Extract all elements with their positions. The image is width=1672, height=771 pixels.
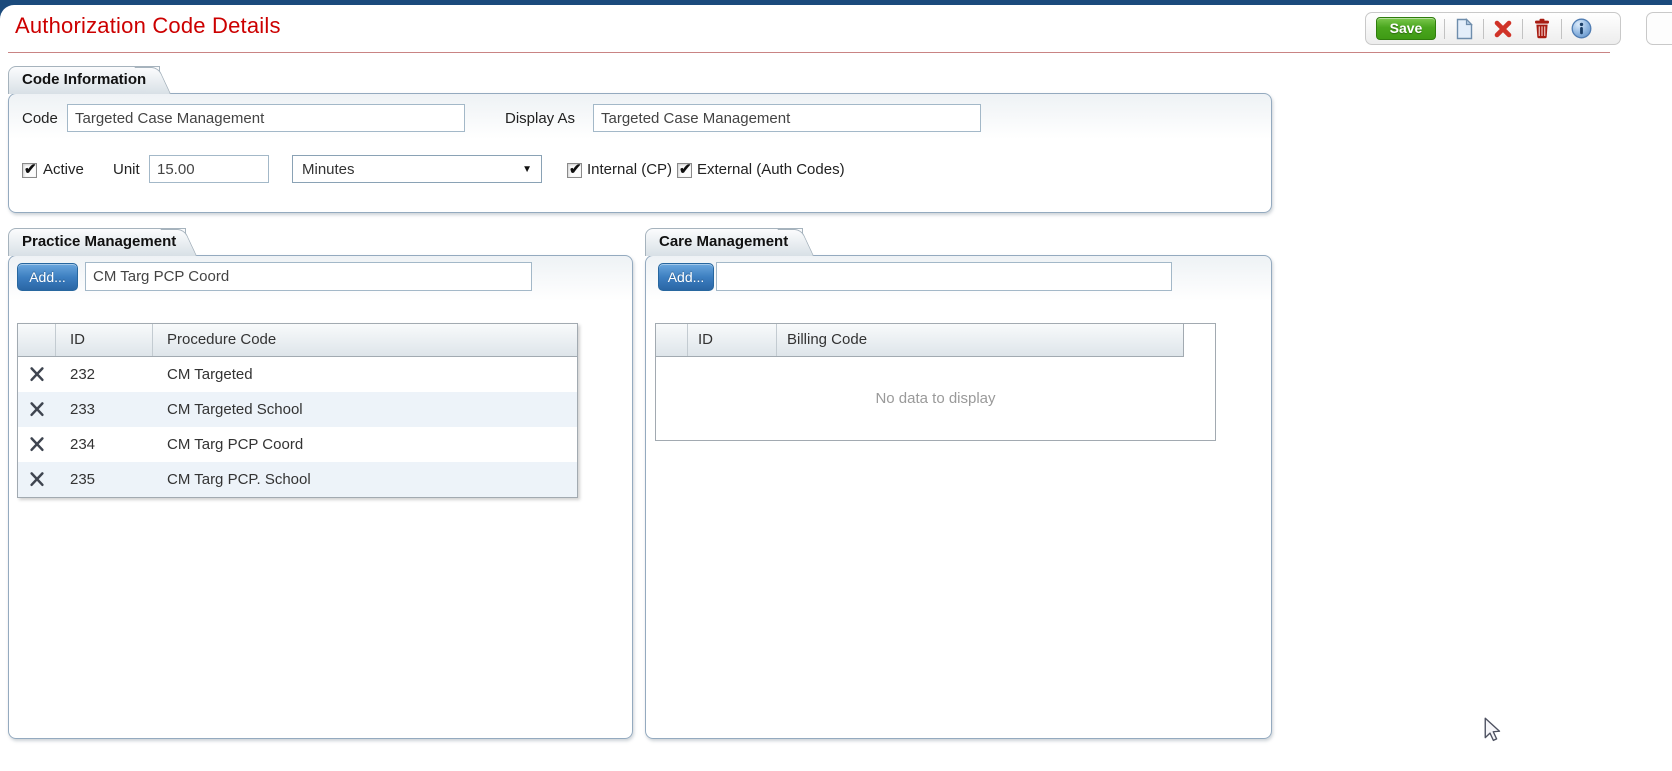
column-header-billing-code[interactable]: Billing Code [777, 324, 1183, 356]
toolbar-overflow-fragment [1646, 12, 1672, 45]
trash-icon[interactable] [1531, 17, 1553, 41]
row-procedure-code-cell: CM Targ PCP. School [167, 471, 311, 488]
row-procedure-code-cell: CM Targeted School [167, 401, 303, 418]
empty-table-message: No data to display [875, 390, 996, 407]
delete-x-icon[interactable] [1492, 17, 1514, 41]
table-row[interactable]: 234 CM Targ PCP Coord [18, 427, 577, 462]
remove-row-button[interactable] [18, 433, 56, 456]
column-header-procedure-code[interactable]: Procedure Code [153, 324, 577, 356]
unit-type-selected-value: Minutes [302, 160, 355, 178]
remove-icon [30, 472, 44, 487]
new-document-icon[interactable] [1453, 17, 1475, 41]
table-row[interactable]: 232 CM Targeted [18, 357, 577, 392]
row-id-cell: 234 [70, 436, 96, 453]
display-as-input[interactable] [593, 104, 981, 132]
tab-practice-management: Practice Management [8, 228, 197, 256]
column-header-id[interactable]: ID [56, 324, 153, 356]
row-procedure-code-cell: CM Targeted [167, 366, 253, 383]
row-id-cell: 232 [70, 366, 96, 383]
practice-management-panel: Add... ID Procedure Code 232CM Targeted2… [8, 255, 633, 739]
toolbar-separator [1444, 18, 1445, 39]
internal-cp-checkbox[interactable] [567, 160, 582, 178]
code-information-panel: Code Display As Active Unit Minutes ▼ In… [8, 93, 1272, 213]
tab-care-management: Care Management [645, 228, 814, 256]
practice-filter-input[interactable] [85, 262, 532, 291]
table-row[interactable]: 233 CM Targeted School [18, 392, 577, 427]
code-label: Code [22, 110, 58, 127]
tab-code-information: Code Information [8, 66, 171, 94]
unit-type-select[interactable]: Minutes ▼ [292, 155, 542, 183]
chevron-down-icon: ▼ [522, 163, 532, 175]
remove-icon [30, 367, 44, 382]
unit-label: Unit [113, 161, 140, 178]
care-management-panel: Add... ID Billing Code No data to displa… [645, 255, 1272, 739]
external-auth-codes-label: External (Auth Codes) [697, 161, 845, 178]
toolbar: Save [1365, 12, 1621, 45]
code-input[interactable] [67, 104, 465, 132]
care-table-header: ID Billing Code [656, 324, 1184, 357]
page-title: Authorization Code Details [15, 13, 281, 38]
column-header-blank [656, 324, 688, 356]
practice-table-header: ID Procedure Code [18, 324, 577, 357]
column-header-blank [18, 324, 56, 356]
active-checkbox[interactable] [22, 160, 37, 178]
practice-table-rows: 232 CM Targeted 233 CM Targeted School 234 CM… [18, 357, 577, 497]
remove-icon [30, 437, 44, 452]
toolbar-separator [1483, 18, 1484, 39]
remove-row-button[interactable] [18, 468, 56, 491]
display-as-label: Display As [505, 110, 576, 127]
row-procedure-code-cell: CM Targ PCP Coord [167, 436, 304, 453]
table-row[interactable]: 235 CM Targ PCP. School [18, 462, 577, 497]
internal-cp-label: Internal (CP) [587, 161, 673, 178]
practice-table: ID Procedure Code 232 CM Targeted 233 CM Ta… [17, 323, 578, 498]
row-id-cell: 233 [70, 401, 96, 418]
care-filter-input[interactable] [716, 262, 1172, 291]
remove-row-button[interactable] [18, 363, 56, 386]
practice-add-button[interactable]: Add... [17, 263, 78, 291]
save-button[interactable]: Save [1376, 17, 1436, 40]
remove-row-button[interactable] [18, 398, 56, 421]
row-id-cell: 235 [70, 471, 96, 488]
active-label: Active [43, 161, 84, 178]
care-add-button[interactable]: Add... [658, 263, 714, 291]
remove-icon [30, 402, 44, 417]
care-table: ID Billing Code No data to display [655, 323, 1216, 441]
toolbar-separator [1561, 18, 1562, 39]
title-divider [8, 52, 1610, 53]
unit-input[interactable] [149, 155, 269, 183]
external-auth-codes-checkbox[interactable] [677, 160, 692, 178]
toolbar-separator [1522, 18, 1523, 39]
column-header-id[interactable]: ID [688, 324, 777, 356]
info-icon[interactable] [1570, 17, 1592, 41]
